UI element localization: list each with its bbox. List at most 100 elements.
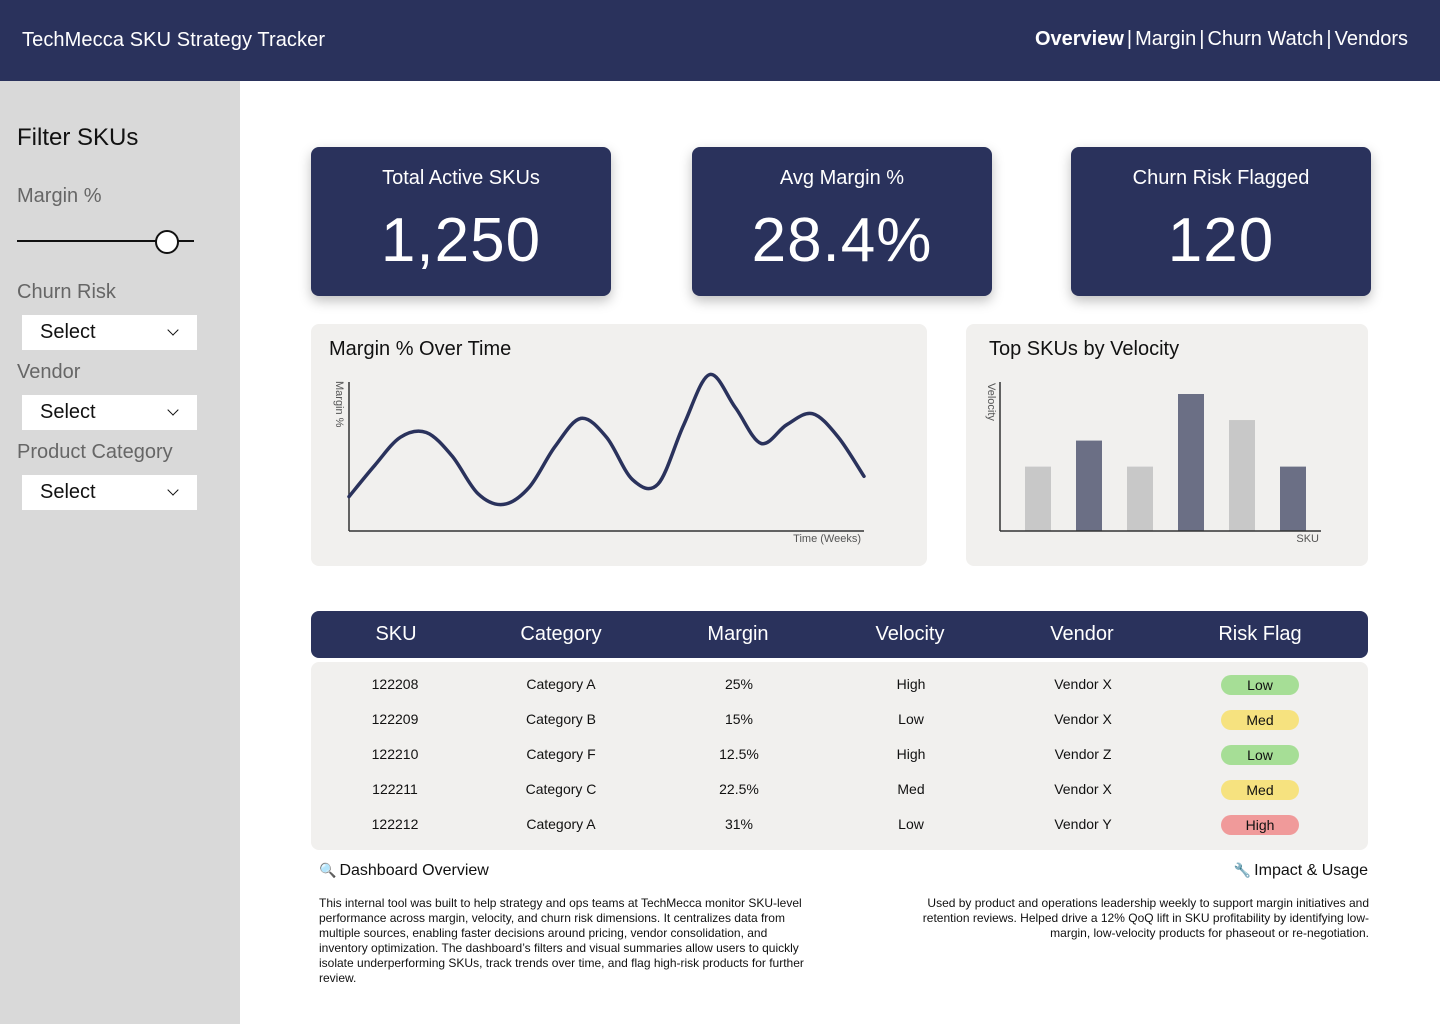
chevron-down-icon: [167, 404, 179, 416]
kpi-total-active-skus: Total Active SKUs 1,250: [311, 147, 611, 296]
x-axis-label: SKU: [1296, 533, 1319, 545]
margin-over-time-panel: Margin % Over Time Margin % Time (Weeks): [311, 324, 927, 566]
chevron-down-icon: [167, 324, 179, 336]
kpi-value: 1,250: [380, 206, 542, 275]
nav-churn-watch[interactable]: Churn Watch: [1207, 28, 1323, 50]
top-nav: Overview | Margin | Churn Watch | Vendors: [1035, 28, 1408, 51]
risk-flag-badge: Low: [1221, 675, 1299, 695]
vendor-select[interactable]: Select: [22, 395, 197, 430]
sku-table-body: 122208 Category A 25% High Vendor X Low 122209…: [311, 662, 1368, 850]
cell-sku: 122210: [371, 746, 419, 762]
risk-flag-badge: Low: [1221, 745, 1299, 765]
kpi-label: Total Active SKUs: [382, 167, 540, 189]
table-row[interactable]: 122211 Category C 22.5% Med Vendor X Med: [311, 770, 1368, 805]
wrench-icon: 🔧: [1233, 862, 1252, 878]
cell-velocity: Med: [897, 781, 925, 797]
cell-category: Category F: [526, 746, 596, 762]
cell-vendor: Vendor Y: [1054, 816, 1112, 832]
cell-velocity: High: [896, 676, 926, 692]
velocity-bar: [1280, 466, 1306, 531]
margin-filter-label: Margin %: [17, 185, 102, 207]
kpi-value: 120: [1167, 206, 1275, 275]
nav-margin[interactable]: Margin: [1135, 28, 1196, 50]
overview-text: This internal tool was built to help str…: [319, 896, 804, 985]
column-header-risk-flag[interactable]: Risk Flag: [1180, 623, 1340, 646]
vendor-label: Vendor: [17, 361, 81, 383]
cell-margin: 15%: [724, 711, 754, 727]
nav-overview[interactable]: Overview: [1035, 28, 1124, 50]
cell-margin: 25%: [724, 676, 754, 692]
sku-table-header: SKU Category Margin Velocity Vendor Risk…: [311, 611, 1368, 658]
cell-sku: 122208: [371, 676, 419, 692]
margin-slider-thumb[interactable]: [155, 230, 180, 254]
velocity-bar: [1025, 466, 1051, 531]
magnifier-icon: 🔍: [319, 862, 337, 878]
velocity-bar: [1076, 440, 1102, 531]
product-category-select[interactable]: Select: [22, 475, 197, 510]
top-bar: TechMecca SKU Strategy Tracker Overview |…: [0, 0, 1440, 81]
cell-margin: 31%: [724, 816, 754, 832]
table-row[interactable]: 122208 Category A 25% High Vendor X Low: [311, 665, 1368, 700]
risk-flag-badge: Med: [1221, 710, 1299, 730]
velocity-bar: [1229, 420, 1255, 531]
risk-flag-badge: High: [1221, 815, 1299, 835]
column-header-vendor[interactable]: Vendor: [1002, 623, 1162, 646]
nav-separator: |: [1326, 28, 1332, 50]
cell-velocity: Low: [898, 711, 924, 727]
cell-velocity: Low: [898, 816, 924, 832]
churn-risk-label: Churn Risk: [17, 281, 116, 303]
x-axis-label: Time (Weeks): [793, 533, 861, 545]
filter-sidebar: Filter SKUs Margin % Churn Risk Select V…: [0, 81, 240, 1024]
nav-separator: |: [1126, 28, 1133, 50]
table-row[interactable]: 122210 Category F 12.5% High Vendor Z Low: [311, 735, 1368, 770]
sidebar-title: Filter SKUs: [17, 124, 139, 151]
overview-title: Dashboard Overview: [339, 862, 489, 879]
cell-vendor: Vendor X: [1054, 781, 1112, 797]
nav-separator: |: [1199, 28, 1205, 50]
cell-sku: 122211: [372, 781, 418, 797]
kpi-value: 28.4%: [751, 206, 933, 275]
impact-text: Used by product and operations leadershi…: [922, 896, 1369, 940]
churn-risk-select[interactable]: Select: [22, 315, 197, 350]
column-header-velocity[interactable]: Velocity: [830, 623, 990, 646]
velocity-bar: [1127, 466, 1153, 531]
impact-usage-heading: 🔧 Impact & Usage: [1234, 862, 1368, 880]
cell-vendor: Vendor Z: [1054, 746, 1112, 762]
cell-sku: 122212: [371, 816, 419, 832]
y-axis-label: Margin %: [333, 381, 345, 428]
cell-category: Category B: [525, 711, 597, 727]
nav-vendors[interactable]: Vendors: [1335, 28, 1408, 50]
vendor-select-value: Select: [40, 401, 96, 423]
cell-margin: 12.5%: [719, 746, 759, 762]
kpi-label: Churn Risk Flagged: [1132, 167, 1310, 189]
cell-margin: 22.5%: [719, 781, 759, 797]
table-row[interactable]: 122212 Category A 31% Low Vendor Y High: [311, 805, 1368, 840]
cell-velocity: High: [896, 746, 926, 762]
cell-vendor: Vendor X: [1054, 711, 1112, 727]
cell-category: Category C: [525, 781, 597, 797]
cell-category: Category A: [526, 816, 596, 832]
product-category-select-value: Select: [40, 481, 96, 503]
cell-sku: 122209: [371, 711, 419, 727]
table-row[interactable]: 122209 Category B 15% Low Vendor X Med: [311, 700, 1368, 735]
kpi-churn-risk-flagged: Churn Risk Flagged 120: [1071, 147, 1371, 296]
app-title: TechMecca SKU Strategy Tracker: [22, 29, 326, 51]
top-skus-velocity-panel: Top SKUs by Velocity Velocity SKU: [966, 324, 1368, 566]
column-header-category[interactable]: Category: [481, 623, 641, 646]
risk-flag-badge: Med: [1221, 780, 1299, 800]
kpi-avg-margin: Avg Margin % 28.4%: [692, 147, 992, 296]
margin-line-chart: Margin % Time (Weeks): [333, 372, 866, 545]
dashboard-overview-heading: 🔍 Dashboard Overview: [319, 862, 489, 880]
cell-vendor: Vendor X: [1054, 676, 1112, 692]
product-category-label: Product Category: [17, 441, 173, 463]
velocity-bar: [1178, 394, 1204, 531]
velocity-bar-chart: Velocity SKU: [985, 382, 1321, 545]
column-header-sku[interactable]: SKU: [316, 623, 476, 646]
chevron-down-icon: [167, 484, 179, 496]
impact-title: Impact & Usage: [1254, 862, 1368, 879]
column-header-margin[interactable]: Margin: [658, 623, 818, 646]
margin-series-line: [347, 372, 866, 507]
cell-category: Category A: [526, 676, 596, 692]
kpi-label: Avg Margin %: [779, 167, 905, 189]
y-axis-label: Velocity: [985, 383, 997, 421]
